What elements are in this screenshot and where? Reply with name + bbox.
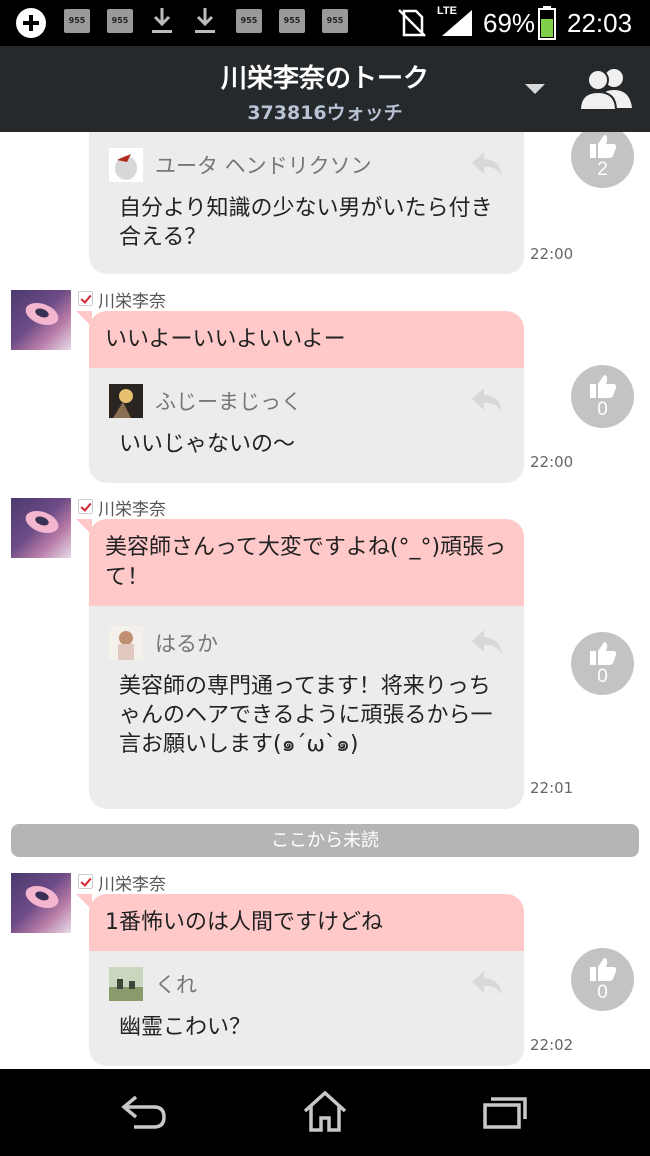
answer-text: いいよーいいよいいよー (89, 311, 524, 368)
sender-name: 川栄李奈 (98, 875, 166, 895)
clock: 22:03 (567, 8, 633, 38)
verified-check-icon (78, 291, 93, 306)
message-item: 川栄李奈 1番怖いのは人間ですけどね くれ 幽霊こわい？ 22:02 0 (0, 870, 650, 1069)
chat-feed[interactable]: ユータ ヘンドリクソン 自分より知識の少ない男がいたら付き合える？ 22:00 … (0, 132, 650, 1069)
avatar[interactable] (11, 873, 71, 933)
reply-author: くれ (155, 973, 197, 997)
notification-image-icon: 955 (236, 9, 262, 33)
answer-text: 1番怖いのは人間ですけどね (89, 894, 524, 951)
reply-author: ユータ ヘンドリクソン (155, 154, 372, 178)
nav-bar (0, 1069, 650, 1156)
thumbs-up-icon (590, 375, 617, 398)
unread-divider: ここから未読 (11, 824, 639, 857)
reply-text: 幽霊こわい？ (119, 1015, 252, 1040)
reply-author: ふじーまじっく (155, 390, 302, 414)
download-icon (152, 8, 172, 33)
download-icon (195, 8, 215, 33)
timestamp: 22:00 (530, 245, 574, 263)
answer-text: 美容師さんって大変ですよね(°_°)頑張って！ (89, 519, 524, 606)
like-button[interactable]: 2 (571, 132, 634, 188)
status-bar: 955 955 955 955 955 LTE 69% 22:03 (0, 0, 650, 46)
message-item: ユータ ヘンドリクソン 自分より知識の少ない男がいたら付き合える？ 22:00 … (0, 132, 650, 277)
notification-image-icon: 955 (64, 9, 90, 33)
notification-image-icon: 955 (322, 9, 348, 33)
verified-check-icon (78, 499, 93, 514)
timestamp: 22:01 (530, 779, 574, 797)
timestamp: 22:02 (530, 1036, 574, 1054)
message-bubble: いいよーいいよいいよー ふじーまじっく いいじゃないの～ (89, 311, 524, 483)
reply-icon[interactable] (470, 150, 504, 178)
users-icon[interactable] (578, 66, 634, 110)
message-bubble: 1番怖いのは人間ですけどね くれ 幽霊こわい？ (89, 894, 524, 1066)
chevron-down-icon[interactable] (525, 84, 545, 94)
watch-count: 373816ウォッチ (247, 102, 403, 124)
app-header: 川栄李奈のトーク 373816ウォッチ (0, 46, 650, 132)
page-title: 川栄李奈のトーク (220, 64, 429, 94)
signal-icon (442, 10, 472, 36)
avatar[interactable] (11, 498, 71, 558)
user-avatar[interactable] (109, 384, 143, 418)
recents-icon[interactable] (482, 1093, 528, 1131)
reply-bubble: ユータ ヘンドリクソン 自分より知識の少ない男がいたら付き合える？ (89, 132, 524, 274)
like-count: 2 (597, 159, 608, 180)
thumbs-up-icon (590, 642, 617, 665)
user-avatar[interactable] (109, 967, 143, 1001)
battery-icon (538, 6, 556, 40)
user-avatar[interactable] (109, 626, 143, 660)
like-button[interactable]: 0 (571, 948, 634, 1011)
verified-check-icon (78, 874, 93, 889)
reply-icon[interactable] (470, 969, 504, 997)
message-item: 川栄李奈 いいよーいいよいいよー ふじーまじっく いいじゃないの～ 22:00 … (0, 287, 650, 487)
add-icon (16, 8, 46, 38)
reply-icon[interactable] (470, 628, 504, 656)
message-bubble: 美容師さんって大変ですよね(°_°)頑張って！ はるか 美容師の専門通ってます！… (89, 519, 524, 809)
reply-text: いいじゃないの～ (119, 432, 296, 457)
like-count: 0 (597, 666, 608, 687)
like-count: 0 (597, 982, 608, 1003)
user-avatar[interactable] (109, 148, 143, 182)
thumbs-up-icon (590, 135, 617, 158)
home-icon[interactable] (302, 1089, 348, 1133)
avatar[interactable] (11, 290, 71, 350)
like-button[interactable]: 0 (571, 365, 634, 428)
back-icon[interactable] (120, 1091, 170, 1131)
no-sim-icon (398, 9, 426, 37)
message-item: 川栄李奈 美容師さんって大変ですよね(°_°)頑張って！ はるか 美容師の専門通… (0, 495, 650, 815)
reply-text: 自分より知識の少ない男がいたら付き合える？ (119, 196, 493, 250)
notification-image-icon: 955 (107, 9, 133, 33)
battery-percent: 69% (483, 8, 536, 38)
reply-icon[interactable] (470, 386, 504, 414)
like-count: 0 (597, 399, 608, 420)
thumbs-up-icon (590, 958, 617, 981)
timestamp: 22:00 (530, 453, 574, 471)
like-button[interactable]: 0 (571, 632, 634, 695)
sender-name: 川栄李奈 (98, 500, 166, 520)
reply-author: はるか (155, 632, 218, 656)
reply-text: 美容師の専門通ってます！将来りっちゃんのヘアできるように頑張るから一言お願いしま… (119, 674, 493, 757)
sender-name: 川栄李奈 (98, 292, 166, 312)
notification-image-icon: 955 (279, 9, 305, 33)
